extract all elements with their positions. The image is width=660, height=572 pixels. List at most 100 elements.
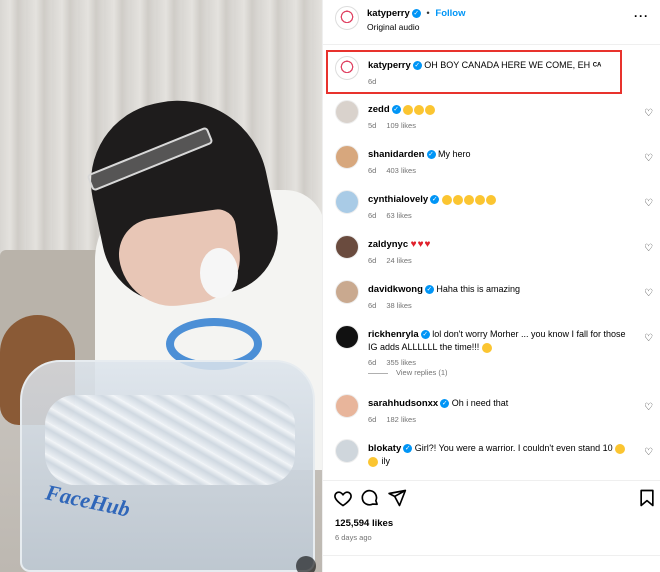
like-comment-heart-icon[interactable]: ♡ <box>644 447 653 458</box>
avatar[interactable] <box>335 190 359 214</box>
like-comment-heart-icon[interactable]: ♡ <box>644 198 653 209</box>
comment-body: shanidarden ✓ My hero 6d 403 likes <box>368 148 633 177</box>
comment-username[interactable]: sarahhudsonxx <box>368 398 438 409</box>
comment-body: zedd ✓ 5d 109 likes <box>368 103 633 132</box>
verified-badge-icon: ✓ <box>424 285 434 295</box>
ice-water <box>45 395 295 485</box>
divider <box>323 480 660 481</box>
comment-likes[interactable]: 63 likes <box>386 211 411 220</box>
grin-emoji-icon <box>368 456 378 467</box>
comment-likes[interactable]: 403 likes <box>386 166 416 175</box>
comment-text-after: ily <box>381 456 391 466</box>
grin-emoji-icon <box>452 194 463 205</box>
view-replies-button[interactable]: View replies (1) <box>335 368 655 388</box>
comment-icon[interactable] <box>360 488 380 508</box>
comment-username[interactable]: blokaty <box>368 443 401 454</box>
post-media[interactable]: FaceHub <box>0 0 322 572</box>
grin-emoji-icon <box>474 194 485 205</box>
verified-badge-icon: ✓ <box>426 150 436 160</box>
author-line: katyperry ✓ • Follow <box>367 8 465 19</box>
avatar[interactable] <box>335 394 359 418</box>
more-horizontal-icon[interactable]: ··· <box>634 9 649 23</box>
author-username[interactable]: katyperry <box>367 8 410 19</box>
grin-emoji-icon <box>403 104 414 115</box>
divider <box>323 555 660 556</box>
divider <box>323 44 660 45</box>
grin-emoji-icon <box>615 443 626 454</box>
comments-list: zedd ✓ 5d 109 likes ♡ shanidarden ✓ My hero… <box>335 100 655 484</box>
caption-username[interactable]: katyperry <box>368 60 411 71</box>
view-replies-label[interactable]: View replies (1) <box>396 368 448 377</box>
comment-likes[interactable]: 355 likes <box>386 358 416 367</box>
heart-emoji-icon: ♥ <box>410 239 417 250</box>
comment-likes[interactable]: 38 likes <box>386 301 411 310</box>
canada-flag-icon: CA <box>592 62 602 69</box>
comment-meta: 6d 403 likes <box>368 165 633 177</box>
grin-emoji-icon <box>425 104 436 115</box>
like-comment-heart-icon[interactable]: ♡ <box>644 243 653 254</box>
follow-button[interactable]: Follow <box>435 8 465 19</box>
comment-body: sarahhudsonxx ✓ Oh i need that 6d 182 like… <box>368 397 633 426</box>
comment-username[interactable]: shanidarden <box>368 149 425 160</box>
avatar[interactable] <box>335 439 359 463</box>
avatar[interactable] <box>335 6 359 30</box>
comment-row: zaldynyc ♥♥♥ 6d 24 likes ♡ <box>335 235 655 280</box>
like-comment-heart-icon[interactable]: ♡ <box>644 333 653 344</box>
separator: • <box>426 8 430 19</box>
comment-row: sarahhudsonxx ✓ Oh i need that 6d 182 like… <box>335 394 655 439</box>
comment-text: Girl?! You were a warrior. I couldn't ev… <box>414 443 613 453</box>
share-icon[interactable] <box>387 488 407 508</box>
likes-count[interactable]: 125,594 likes <box>335 518 393 529</box>
grin-emoji-icon <box>485 194 496 205</box>
comment-likes[interactable]: 109 likes <box>386 121 416 130</box>
like-comment-heart-icon[interactable]: ♡ <box>644 153 653 164</box>
comment-body: davidkwong ✓ Haha this is amazing 6d 38 li… <box>368 283 633 312</box>
comment-body: rickhenryla ✓ lol don't worry Morher ... … <box>368 328 633 369</box>
avatar[interactable] <box>335 56 359 80</box>
audio-label[interactable]: Original audio <box>367 22 419 32</box>
like-comment-heart-icon[interactable]: ♡ <box>644 288 653 299</box>
post-actions <box>323 486 660 512</box>
comment-meta: 6d 63 likes <box>368 210 633 222</box>
verified-badge-icon: ✓ <box>440 399 450 409</box>
comment-emojis: ♥♥♥ <box>410 239 432 250</box>
avatar[interactable] <box>335 145 359 169</box>
comment-age: 6d <box>368 256 377 265</box>
comment-body: cynthialovely ✓ 6d 63 likes <box>368 193 633 222</box>
avatar[interactable] <box>335 235 359 259</box>
comment-username[interactable]: rickhenryla <box>368 329 419 340</box>
caption-age: 6d <box>368 77 377 86</box>
comment-username[interactable]: davidkwong <box>368 284 423 295</box>
verified-badge-icon: ✓ <box>403 444 413 454</box>
comment-username[interactable]: zedd <box>368 104 390 115</box>
bookmark-icon[interactable] <box>637 488 657 508</box>
comment-age: 6d <box>368 166 377 175</box>
comment-body: zaldynyc ♥♥♥ 6d 24 likes <box>368 238 633 267</box>
comment-meta: 6d 182 likes <box>368 414 633 426</box>
reply-line <box>368 372 388 374</box>
like-comment-heart-icon[interactable]: ♡ <box>644 402 653 413</box>
caption-text: OH BOY CANADA HERE WE COME, EH <box>424 60 591 70</box>
verified-badge-icon: ✓ <box>420 330 430 340</box>
grin-emoji-icon <box>441 194 452 205</box>
verified-badge-icon: ✓ <box>391 105 401 115</box>
comment-username[interactable]: zaldynyc <box>368 239 408 250</box>
comment-likes[interactable]: 182 likes <box>386 415 416 424</box>
comment-age: 6d <box>368 211 377 220</box>
avatar[interactable] <box>335 280 359 304</box>
comment-body: blokaty ✓ Girl?! You were a warrior. I co… <box>368 442 633 467</box>
heart-emoji-icon: ♥ <box>417 239 424 250</box>
avatar[interactable] <box>335 325 359 349</box>
grin-emoji-icon <box>463 194 474 205</box>
like-comment-heart-icon[interactable]: ♡ <box>644 108 653 119</box>
caption-meta: 6d <box>368 76 633 88</box>
comment-row: cynthialovely ✓ 6d 63 likes ♡ <box>335 190 655 235</box>
comment-text: Haha this is amazing <box>436 284 520 294</box>
avatar[interactable] <box>335 100 359 124</box>
heart-outline-icon[interactable] <box>333 488 353 508</box>
comment-username[interactable]: cynthialovely <box>368 194 428 205</box>
comment-likes[interactable]: 24 likes <box>386 256 411 265</box>
comment-row: zedd ✓ 5d 109 likes ♡ <box>335 100 655 145</box>
audio-toggle-button[interactable] <box>296 556 316 572</box>
comment-text: Oh i need that <box>451 398 509 408</box>
